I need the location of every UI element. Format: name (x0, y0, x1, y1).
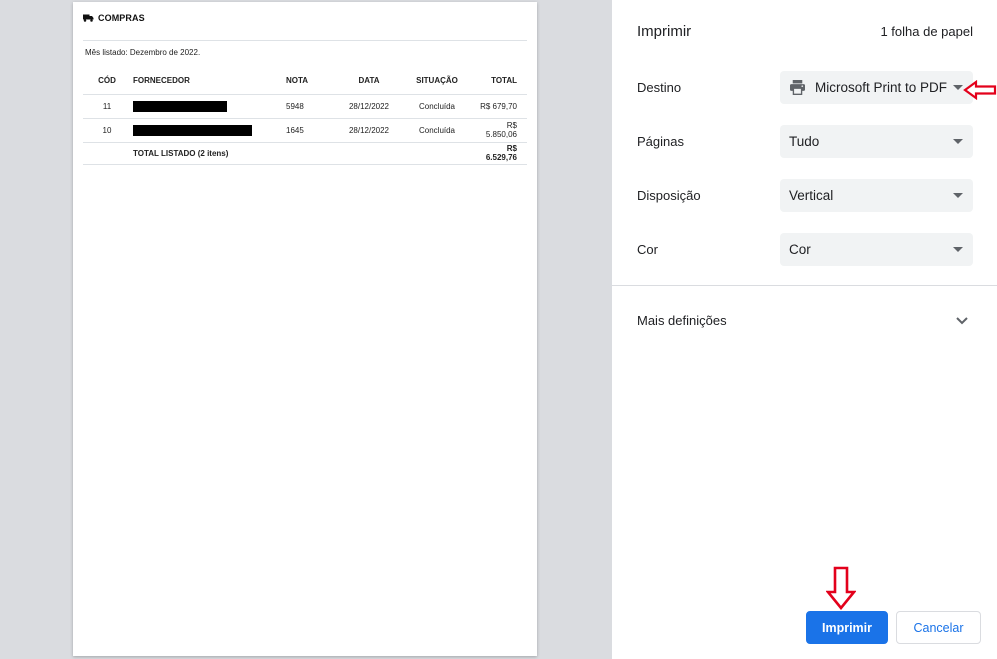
col-header-total: TOTAL (491, 76, 517, 85)
destino-value: Microsoft Print to PDF (815, 80, 948, 95)
cell-cod: 10 (83, 117, 131, 142)
sheet-count: 1 folha de papel (880, 24, 973, 39)
purchases-table: CÓD FORNECEDOR NOTA DATA SITUAÇÃO TOTAL … (83, 73, 527, 165)
cell-data: 28/12/2022 (338, 93, 400, 118)
print-preview-area: COMPRAS Mês listado: Dezembro de 2022. C… (0, 0, 612, 659)
more-settings-label[interactable]: Mais definições (637, 313, 727, 328)
doc-title-text: COMPRAS (98, 13, 145, 23)
red-arrow-left-icon (963, 80, 997, 100)
caret-down-icon (953, 85, 963, 90)
total-value: R$ 6.529,76 (474, 141, 527, 165)
cell-nota: 1645 (278, 117, 338, 142)
cell-total: R$ 5.850,06 (474, 117, 527, 142)
col-header-data: DATA (358, 76, 380, 85)
panel-title: Imprimir (637, 23, 692, 40)
cancel-button[interactable]: Cancelar (896, 611, 981, 644)
paginas-label: Páginas (637, 134, 684, 149)
destino-select[interactable]: Microsoft Print to PDF (780, 71, 973, 104)
disposicao-label: Disposição (637, 188, 701, 203)
print-settings-panel: Imprimir 1 folha de papel Destino Micros… (612, 0, 997, 659)
cor-select[interactable]: Cor (780, 233, 973, 266)
cell-fornecedor (131, 93, 278, 118)
cell-situacao: Concluída (400, 93, 474, 118)
cell-situacao: Concluída (400, 117, 474, 142)
title-divider (83, 40, 527, 41)
month-line: Mês listado: Dezembro de 2022. (85, 48, 201, 57)
cor-value: Cor (789, 242, 811, 257)
col-header-fornecedor: FORNECEDOR (133, 76, 190, 85)
doc-title: COMPRAS (83, 13, 145, 23)
settings-divider (612, 285, 997, 286)
red-arrow-down-icon (826, 566, 856, 610)
printer-icon (790, 80, 805, 95)
total-label: TOTAL LISTADO (2 itens) (131, 141, 474, 165)
cell-fornecedor (131, 117, 278, 142)
print-button[interactable]: Imprimir (806, 611, 888, 644)
table-row: 10 1645 28/12/2022 Concluída R$ 5.850,06 (83, 117, 527, 142)
caret-down-icon (953, 139, 963, 144)
table-total-row: TOTAL LISTADO (2 itens) R$ 6.529,76 (83, 141, 527, 165)
caret-down-icon (953, 247, 963, 252)
cor-label: Cor (637, 242, 658, 257)
paginas-value: Tudo (789, 134, 820, 149)
col-header-nota: NOTA (286, 76, 309, 85)
redacted-supplier (133, 100, 227, 112)
col-header-cod: CÓD (98, 76, 116, 85)
disposicao-value: Vertical (789, 188, 834, 203)
table-header-row: CÓD FORNECEDOR NOTA DATA SITUAÇÃO TOTAL (83, 73, 527, 94)
cell-data: 28/12/2022 (338, 117, 400, 142)
cell-cod: 11 (83, 93, 131, 118)
preview-page: COMPRAS Mês listado: Dezembro de 2022. C… (73, 2, 537, 656)
destino-label: Destino (637, 80, 682, 95)
caret-down-icon (953, 193, 963, 198)
cell-nota: 5948 (278, 93, 338, 118)
chevron-down-icon[interactable] (955, 316, 969, 325)
paginas-select[interactable]: Tudo (780, 125, 973, 158)
table-row: 11 5948 28/12/2022 Concluída R$ 679,70 (83, 93, 527, 118)
col-header-situacao: SITUAÇÃO (416, 76, 458, 85)
redacted-supplier (133, 124, 252, 136)
disposicao-select[interactable]: Vertical (780, 179, 973, 212)
cell-empty (83, 141, 131, 165)
cell-total: R$ 679,70 (474, 93, 527, 118)
truck-icon (83, 14, 94, 22)
